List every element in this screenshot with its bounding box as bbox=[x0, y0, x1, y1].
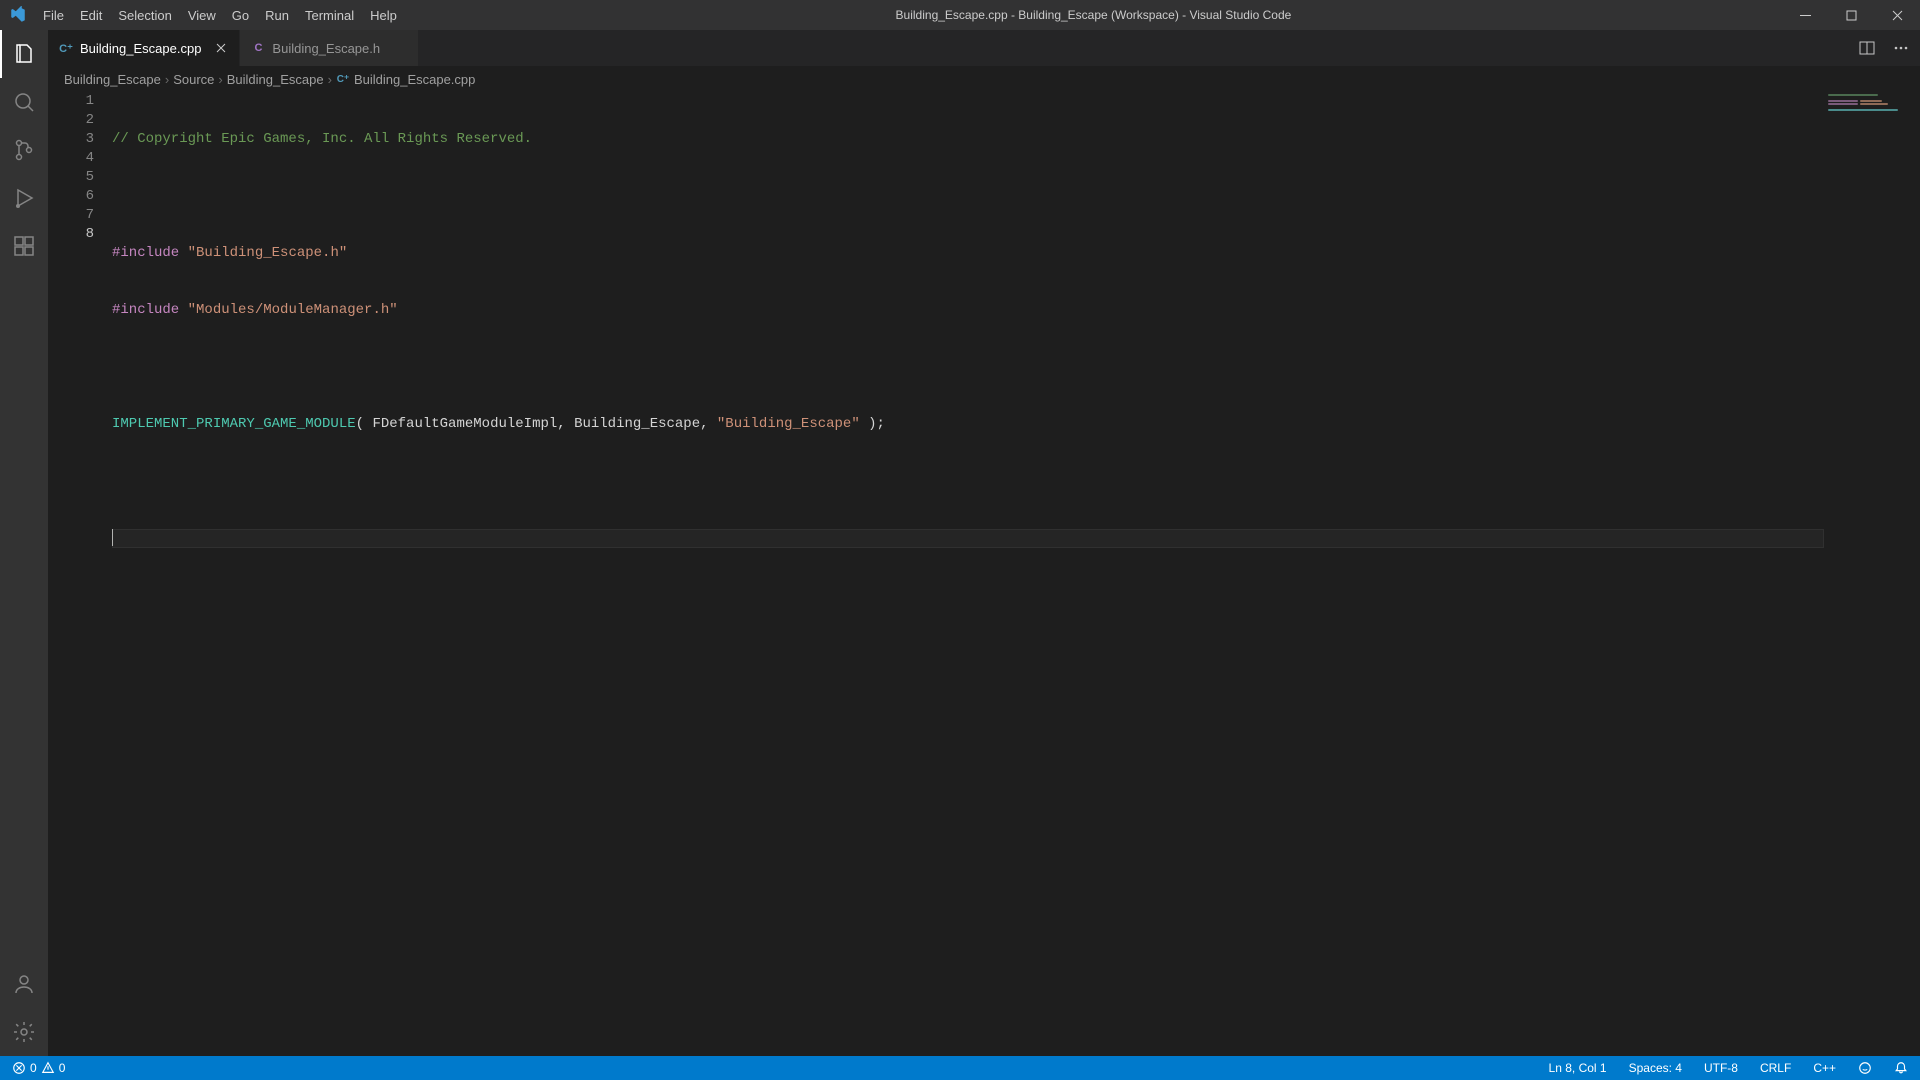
line-number: 6 bbox=[48, 187, 94, 206]
menu-edit[interactable]: Edit bbox=[72, 0, 110, 30]
menu-help[interactable]: Help bbox=[362, 0, 405, 30]
menu-run[interactable]: Run bbox=[257, 0, 297, 30]
tab-label: Building_Escape.h bbox=[272, 41, 380, 56]
encoding-status[interactable]: UTF-8 bbox=[1700, 1056, 1742, 1080]
status-right: Ln 8, Col 1 Spaces: 4 UTF-8 CRLF C++ bbox=[1545, 1056, 1912, 1080]
vscode-logo-icon bbox=[0, 6, 35, 24]
tab-building-escape-cpp[interactable]: C⁺ Building_Escape.cpp bbox=[48, 30, 240, 66]
error-count: 0 bbox=[30, 1061, 37, 1075]
tab-label: Building_Escape.cpp bbox=[80, 41, 201, 56]
more-actions-icon[interactable] bbox=[1890, 37, 1912, 59]
extensions-icon[interactable] bbox=[0, 222, 48, 270]
editor-actions bbox=[1848, 30, 1920, 66]
header-file-icon: C bbox=[250, 40, 266, 56]
tabs: C⁺ Building_Escape.cpp C Building_Escape… bbox=[48, 30, 1848, 66]
code-keyword: #include bbox=[112, 302, 179, 318]
minimize-button[interactable] bbox=[1782, 0, 1828, 30]
tabs-row: C⁺ Building_Escape.cpp C Building_Escape… bbox=[48, 30, 1920, 66]
line-number: 8 bbox=[48, 225, 94, 244]
warning-count: 0 bbox=[59, 1061, 66, 1075]
activity-top-group bbox=[0, 30, 48, 270]
cursor-position[interactable]: Ln 8, Col 1 bbox=[1545, 1056, 1611, 1080]
notifications-bell-icon[interactable] bbox=[1890, 1056, 1912, 1080]
window-controls bbox=[1782, 0, 1920, 30]
status-left: 0 0 bbox=[8, 1056, 69, 1080]
code-string: "Building_Escape.h" bbox=[188, 245, 348, 261]
menu-terminal[interactable]: Terminal bbox=[297, 0, 362, 30]
code-string: "Modules/ModuleManager.h" bbox=[188, 302, 398, 318]
accounts-icon[interactable] bbox=[0, 960, 48, 1008]
window-title: Building_Escape.cpp - Building_Escape (W… bbox=[405, 8, 1782, 22]
split-editor-icon[interactable] bbox=[1856, 37, 1878, 59]
menu-go[interactable]: Go bbox=[224, 0, 257, 30]
main-menu: File Edit Selection View Go Run Terminal… bbox=[35, 0, 405, 30]
code-text: ); bbox=[860, 416, 885, 432]
main-area: C⁺ Building_Escape.cpp C Building_Escape… bbox=[0, 30, 1920, 1056]
activity-bottom-group bbox=[0, 960, 48, 1056]
code-keyword: #include bbox=[112, 245, 179, 261]
minimap[interactable] bbox=[1824, 92, 1920, 1056]
menu-file[interactable]: File bbox=[35, 0, 72, 30]
editor-area: C⁺ Building_Escape.cpp C Building_Escape… bbox=[48, 30, 1920, 1056]
chevron-right-icon: › bbox=[328, 72, 332, 87]
breadcrumbs[interactable]: Building_Escape › Source › Building_Esca… bbox=[48, 66, 1920, 92]
chevron-right-icon: › bbox=[218, 72, 222, 87]
settings-gear-icon[interactable] bbox=[0, 1008, 48, 1056]
close-button[interactable] bbox=[1874, 0, 1920, 30]
status-bar: 0 0 Ln 8, Col 1 Spaces: 4 UTF-8 CRLF C++ bbox=[0, 1056, 1920, 1080]
line-number: 2 bbox=[48, 111, 94, 130]
line-gutter: 12345678 bbox=[48, 92, 112, 1056]
breadcrumb-part[interactable]: Building_Escape bbox=[227, 72, 324, 87]
code-content[interactable]: // Copyright Epic Games, Inc. All Rights… bbox=[112, 92, 1824, 1056]
code-macro: IMPLEMENT_PRIMARY_GAME_MODULE bbox=[112, 416, 356, 432]
cpp-file-icon: C⁺ bbox=[58, 40, 74, 56]
maximize-button[interactable] bbox=[1828, 0, 1874, 30]
code-editor[interactable]: 12345678 // Copyright Epic Games, Inc. A… bbox=[48, 92, 1920, 1056]
text-cursor bbox=[112, 529, 113, 546]
line-number: 3 bbox=[48, 130, 94, 149]
cpp-file-icon: C⁺ bbox=[336, 72, 350, 86]
code-comment: // Copyright Epic Games, Inc. All Rights… bbox=[112, 131, 532, 147]
language-status[interactable]: C++ bbox=[1809, 1056, 1840, 1080]
activity-bar bbox=[0, 30, 48, 1056]
indentation-status[interactable]: Spaces: 4 bbox=[1625, 1056, 1686, 1080]
source-control-icon[interactable] bbox=[0, 126, 48, 174]
tab-building-escape-h[interactable]: C Building_Escape.h bbox=[240, 30, 419, 66]
feedback-icon[interactable] bbox=[1854, 1056, 1876, 1080]
breadcrumb-file[interactable]: C⁺ Building_Escape.cpp bbox=[336, 72, 475, 87]
breadcrumb-file-label: Building_Escape.cpp bbox=[354, 72, 475, 87]
explorer-icon[interactable] bbox=[0, 30, 48, 78]
line-number: 7 bbox=[48, 206, 94, 225]
code-string: "Building_Escape" bbox=[717, 416, 860, 432]
run-debug-icon[interactable] bbox=[0, 174, 48, 222]
close-tab-icon[interactable] bbox=[213, 40, 229, 56]
chevron-right-icon: › bbox=[165, 72, 169, 87]
line-number: 4 bbox=[48, 149, 94, 168]
line-number: 1 bbox=[48, 92, 94, 111]
titlebar: File Edit Selection View Go Run Terminal… bbox=[0, 0, 1920, 30]
problems-status[interactable]: 0 0 bbox=[8, 1056, 69, 1080]
menu-selection[interactable]: Selection bbox=[110, 0, 179, 30]
eol-status[interactable]: CRLF bbox=[1756, 1056, 1795, 1080]
breadcrumb-part[interactable]: Source bbox=[173, 72, 214, 87]
search-icon[interactable] bbox=[0, 78, 48, 126]
menu-view[interactable]: View bbox=[180, 0, 224, 30]
breadcrumb-part[interactable]: Building_Escape bbox=[64, 72, 161, 87]
line-number: 5 bbox=[48, 168, 94, 187]
code-text: ( FDefaultGameModuleImpl, Building_Escap… bbox=[356, 416, 717, 432]
